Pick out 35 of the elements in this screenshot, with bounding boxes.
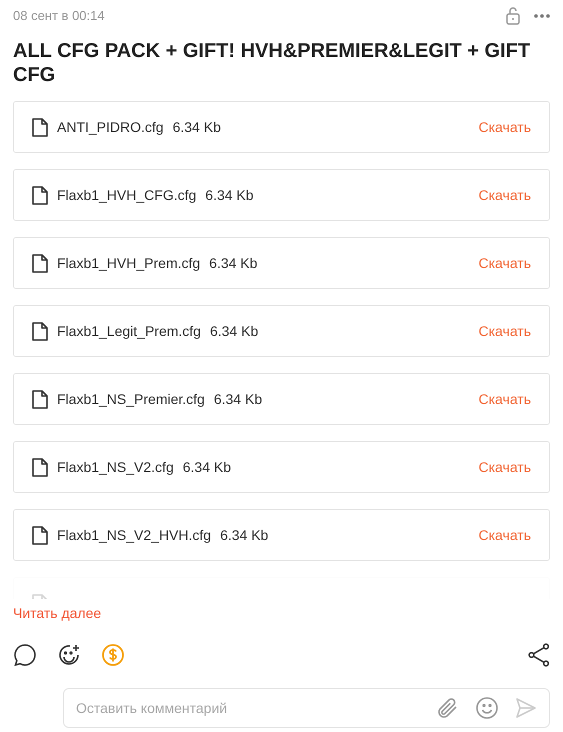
file-name: ANTI_PIDRO.cfg xyxy=(57,118,164,137)
file-size: 6.34 Kb xyxy=(172,118,221,136)
more-icon[interactable] xyxy=(534,14,550,18)
file-name: Flaxb1_NS_Premier.cfg xyxy=(57,390,205,409)
send-icon[interactable] xyxy=(515,697,537,719)
attach-icon[interactable] xyxy=(437,696,459,720)
download-link[interactable]: Скачать xyxy=(478,184,531,206)
file-size: 6.34 Kb xyxy=(205,186,254,204)
post-title: ALL CFG PACK + GIFT! HVH&PREMIER&LEGIT + GIFT CFG xyxy=(13,39,532,87)
file-name: Flaxb1_HVH_CFG.cfg xyxy=(57,186,196,205)
download-link[interactable]: Скачать xyxy=(478,320,531,342)
file-size: 6.34 Kb xyxy=(220,526,268,544)
comment-box[interactable]: Оставить комментарий xyxy=(63,688,550,728)
emoji-icon[interactable] xyxy=(475,696,499,720)
download-link[interactable]: Скачать xyxy=(478,388,531,410)
download-link[interactable]: Скачать xyxy=(478,456,531,478)
comment-field[interactable]: Оставить комментарий xyxy=(76,698,421,718)
download-link[interactable]: Скачать xyxy=(478,252,531,274)
file-name: Flaxb1_HVH_Prem.cfg xyxy=(57,254,200,273)
read-more-link[interactable]: Читать далее xyxy=(13,603,550,624)
post-date: 08 сент в 00:14 xyxy=(13,7,105,26)
donate-icon[interactable] xyxy=(101,643,125,667)
download-link[interactable]: Скачать xyxy=(478,116,531,138)
file-size: 6.34 Kb xyxy=(214,390,262,408)
add-reaction-icon[interactable] xyxy=(57,643,81,667)
file-size: 6.34 Kb xyxy=(182,458,231,476)
file-size: 6.34 Kb xyxy=(210,322,258,340)
file-name: Flaxb1_NS_V2_HVH.cfg xyxy=(57,526,212,545)
share-icon[interactable] xyxy=(528,643,550,667)
comment-icon[interactable] xyxy=(13,643,37,667)
file-size: 6.34 Kb xyxy=(209,254,258,272)
file-name: Flaxb1_Legit_Prem.cfg xyxy=(57,322,201,341)
download-link[interactable]: Скачать xyxy=(478,524,531,546)
file-name: Flaxb1_NS_V2.cfg xyxy=(57,458,174,477)
lock-icon[interactable] xyxy=(506,7,520,25)
